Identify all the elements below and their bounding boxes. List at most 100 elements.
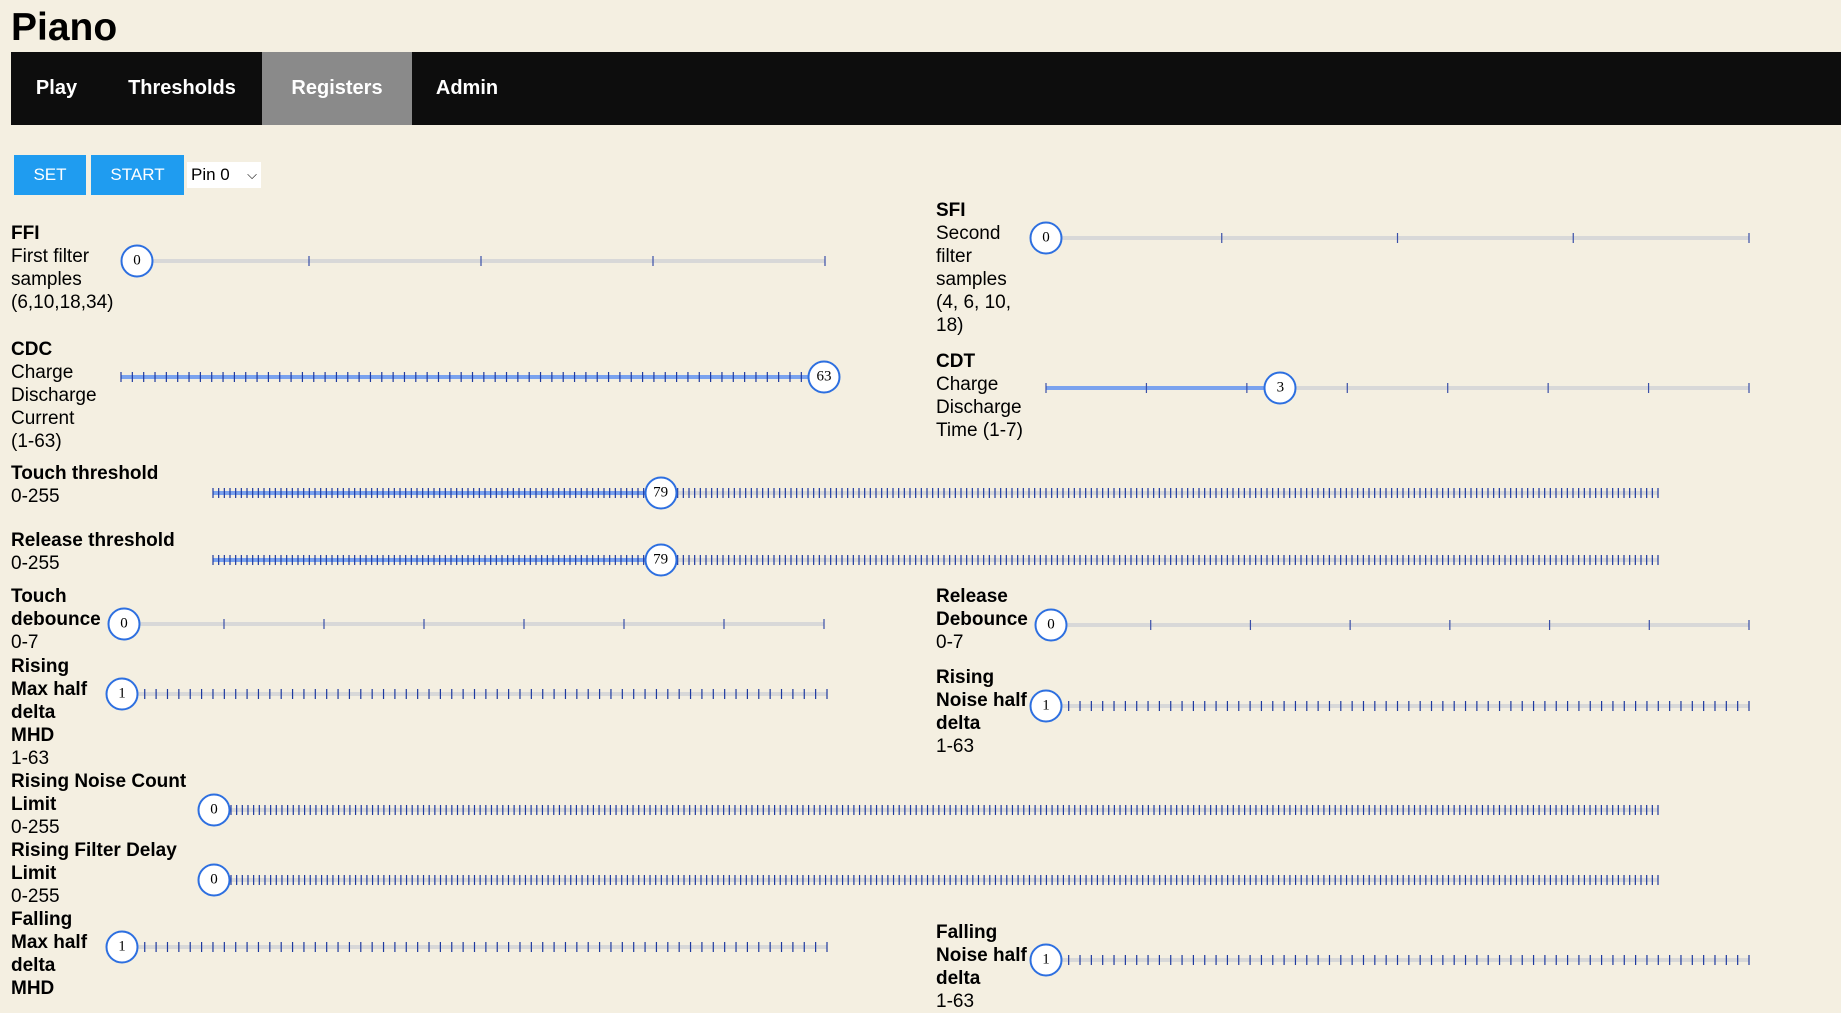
register-desc: 1-63 (936, 736, 975, 757)
register-desc: 0-255 (11, 486, 60, 507)
slider-track (213, 805, 1659, 815)
register-label-rising-ncl: Rising Noise Count Limit 0-255 (11, 770, 211, 839)
register-desc: Time (1-7) (936, 420, 1023, 441)
register-desc: 1-63 (11, 748, 50, 769)
register-name: Rising Noise half delta (936, 667, 1027, 734)
slider-handle[interactable]: 3 (1263, 371, 1297, 405)
page-title: Piano (11, 6, 118, 49)
slider-track (121, 942, 828, 952)
register-label-release-debounce: Release Debounce 0-7 (936, 585, 1036, 654)
register-name: Rising Noise Count Limit (11, 771, 187, 815)
register-name: Falling Max half delta MHD (11, 909, 88, 999)
slider-ffi[interactable]: 0 (120, 241, 826, 281)
register-desc: 0-255 (11, 886, 60, 907)
register-desc: Charge (11, 362, 74, 383)
slider-sfi[interactable]: 0 (1029, 218, 1750, 258)
pin-select[interactable]: Pin 0 ⌵ (187, 162, 261, 188)
tab-admin[interactable]: Admin (412, 52, 522, 125)
register-label-rising-nhd: Rising Noise half delta 1-63 (936, 666, 1036, 758)
slider-release-threshold[interactable]: 79 (212, 540, 1659, 580)
slider-track (137, 256, 826, 266)
register-name: Rising Filter Delay Limit (11, 840, 177, 884)
start-button[interactable]: START (91, 155, 184, 195)
register-name: Falling Noise half delta (936, 922, 1027, 989)
register-label-touch-threshold: Touch threshold 0-255 (11, 462, 158, 508)
slider-handle[interactable]: 1 (1029, 943, 1063, 977)
slider-rising-ncl[interactable]: 0 (197, 790, 1659, 830)
register-desc: 1-63 (936, 991, 975, 1012)
register-desc: samples (936, 269, 1007, 290)
register-desc: First filter (11, 246, 90, 267)
slider-track (1051, 620, 1750, 630)
register-desc: filter (936, 246, 972, 267)
register-label-ffi: FFI First filter samples (6,10,18,34) (11, 222, 113, 314)
register-name: Rising Max half delta MHD (11, 656, 88, 746)
slider-cdt[interactable]: 3 (1045, 368, 1750, 408)
register-label-touch-debounce: Touch debounce 0-7 (11, 585, 111, 654)
register-label-falling-nhd: Falling Noise half delta 1-63 (936, 921, 1036, 1013)
slider-handle[interactable]: 1 (105, 677, 139, 711)
register-name: FFI (11, 223, 40, 244)
slider-handle[interactable]: 0 (1029, 221, 1063, 255)
tab-registers[interactable]: Registers (262, 52, 412, 125)
slider-track (124, 619, 825, 629)
register-name: CDT (936, 351, 976, 372)
register-desc: 0-7 (936, 632, 964, 653)
slider-rising-nhd[interactable]: 1 (1029, 686, 1750, 726)
register-desc: (4, 6, 10, (936, 292, 1011, 313)
slider-handle[interactable]: 0 (107, 607, 141, 641)
slider-falling-mhd[interactable]: 1 (105, 927, 828, 967)
slider-handle[interactable]: 0 (1034, 608, 1068, 642)
slider-touch-threshold[interactable]: 79 (212, 473, 1659, 513)
register-name: SFI (936, 200, 966, 221)
register-name: CDC (11, 339, 53, 360)
register-desc: (1-63) (11, 431, 62, 452)
slider-handle[interactable]: 79 (644, 476, 678, 510)
slider-cdc[interactable]: 63 (120, 357, 841, 397)
slider-track (212, 488, 1659, 498)
register-desc: Second (936, 223, 1001, 244)
register-name: Release Debounce (936, 586, 1028, 630)
register-desc: 18) (936, 315, 964, 336)
register-desc: (6,10,18,34) (11, 292, 114, 313)
register-desc: samples (11, 269, 82, 290)
register-desc: Discharge (11, 385, 97, 406)
register-desc: Current (11, 408, 75, 429)
slider-track (212, 555, 1659, 565)
pin-select-value: Pin 0 (191, 165, 230, 184)
tab-play[interactable]: Play (11, 52, 102, 125)
slider-track (213, 875, 1659, 885)
slider-track (1045, 383, 1750, 393)
register-label-release-threshold: Release threshold 0-255 (11, 529, 175, 575)
slider-track (120, 372, 825, 382)
slider-handle[interactable]: 63 (807, 360, 841, 394)
slider-handle[interactable]: 79 (644, 543, 678, 577)
nav-bar: Play Thresholds Registers Admin (11, 52, 1841, 125)
slider-track (1045, 701, 1750, 711)
slider-falling-nhd[interactable]: 1 (1029, 940, 1750, 980)
slider-handle[interactable]: 0 (197, 863, 231, 897)
slider-handle[interactable]: 0 (197, 793, 231, 827)
register-desc: 0-7 (11, 632, 39, 653)
tab-thresholds[interactable]: Thresholds (102, 52, 262, 125)
slider-handle[interactable]: 0 (120, 244, 154, 278)
register-label-falling-mhd: Falling Max half delta MHD (11, 908, 101, 1000)
slider-rising-fdl[interactable]: 0 (197, 860, 1659, 900)
slider-track (1046, 233, 1750, 243)
register-desc: Charge (936, 374, 999, 395)
register-label-rising-fdl: Rising Filter Delay Limit 0-255 (11, 839, 211, 908)
set-button[interactable]: SET (14, 155, 86, 195)
slider-handle[interactable]: 1 (1029, 689, 1063, 723)
register-desc: 0-255 (11, 553, 60, 574)
slider-handle[interactable]: 1 (105, 930, 139, 964)
register-label-sfi: SFI Second filter samples (4, 6, 10, 18) (936, 199, 1011, 337)
register-label-cdt: CDT Charge Discharge Time (1-7) (936, 350, 1023, 442)
slider-rising-mhd[interactable]: 1 (105, 674, 828, 714)
slider-touch-debounce[interactable]: 0 (107, 604, 825, 644)
slider-release-debounce[interactable]: 0 (1034, 605, 1750, 645)
register-name: Touch debounce (11, 586, 101, 630)
register-label-cdc: CDC Charge Discharge Current (1-63) (11, 338, 97, 453)
register-desc: Discharge (936, 397, 1022, 418)
chevron-down-icon: ⌵ (247, 167, 257, 182)
register-name: Release threshold (11, 530, 175, 551)
